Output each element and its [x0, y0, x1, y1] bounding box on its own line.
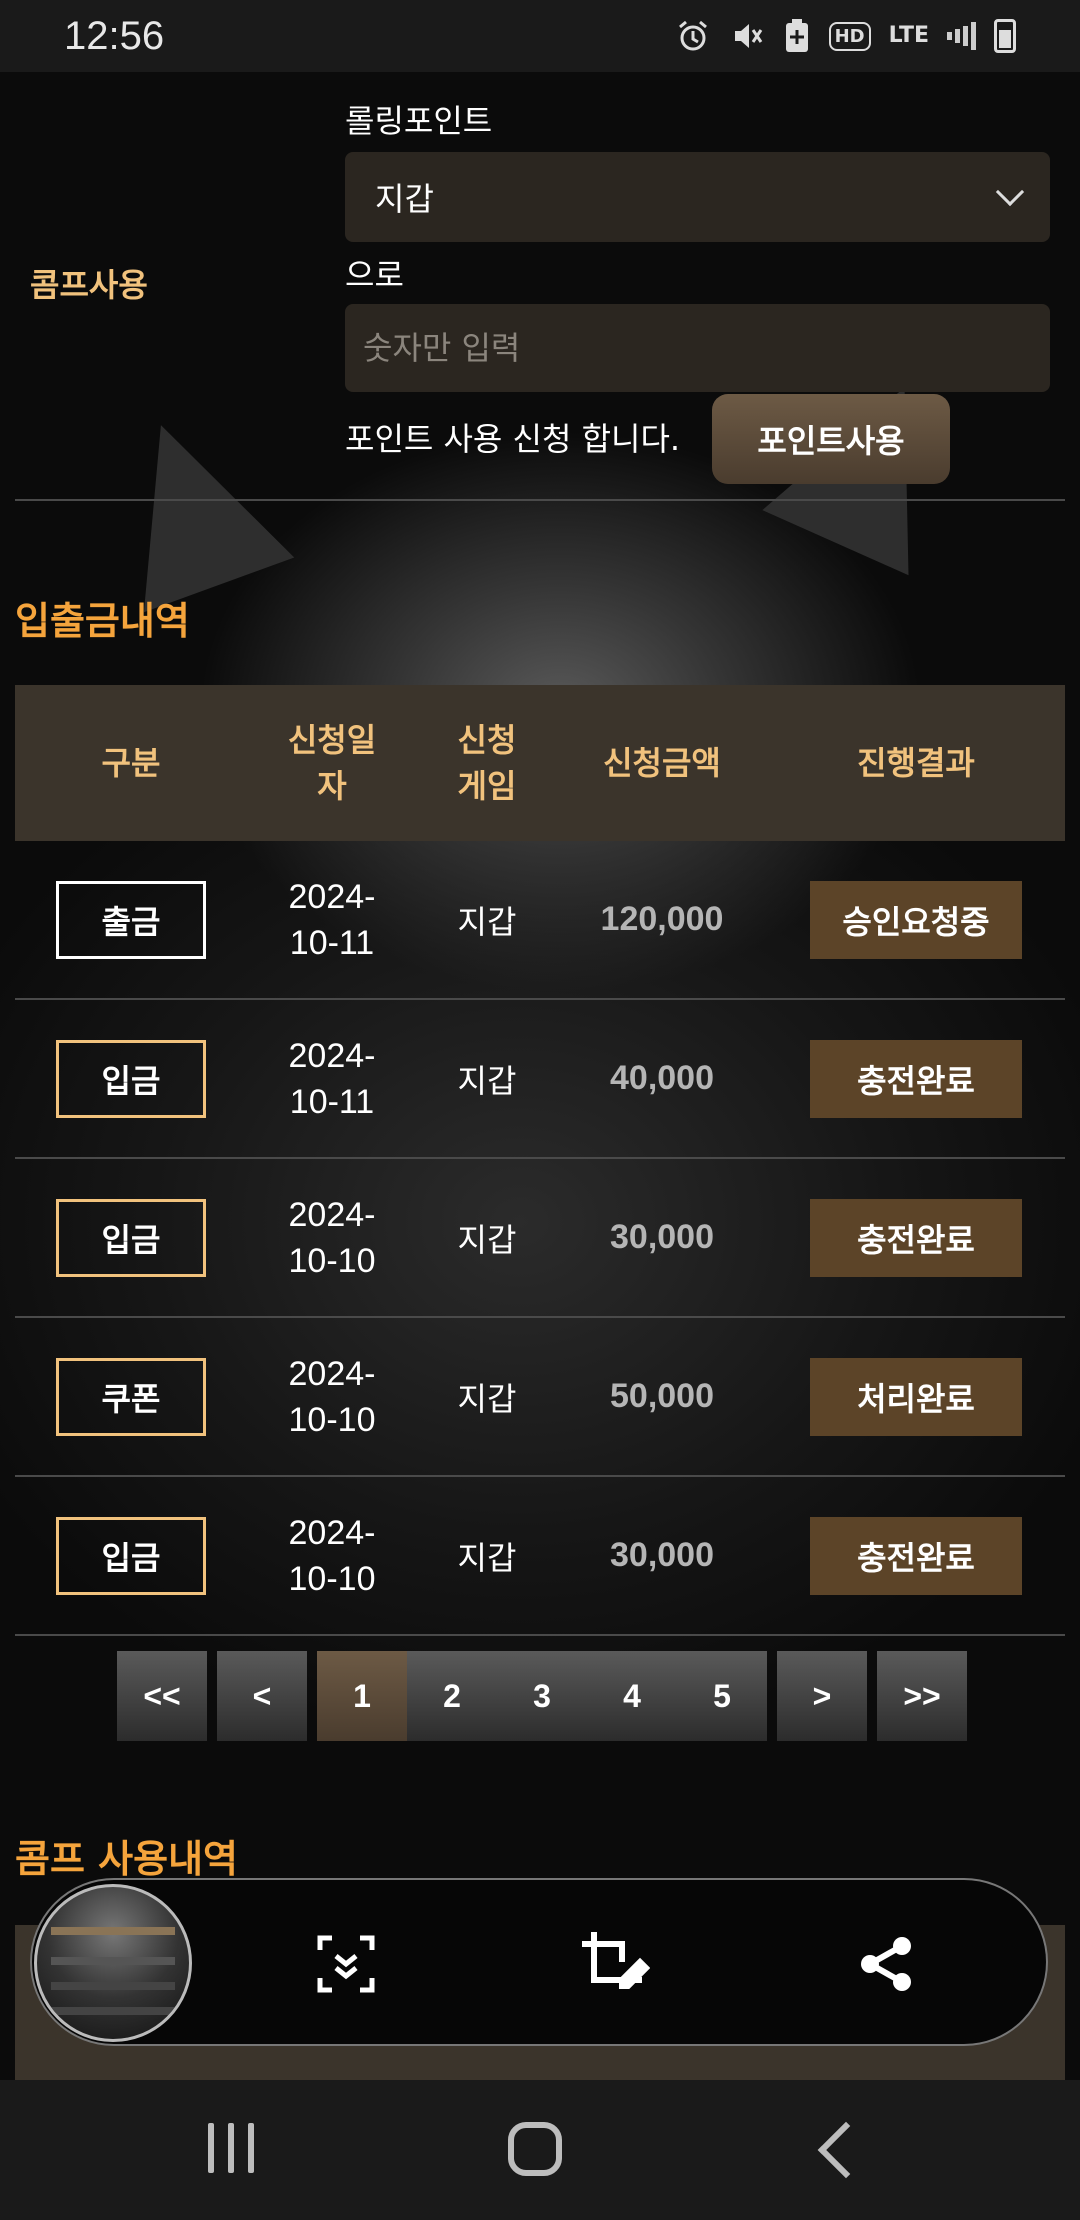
crop-edit-icon[interactable] [572, 1922, 656, 2006]
page-2-button[interactable]: 2 [407, 1651, 497, 1741]
type-badge: 쿠폰 [56, 1357, 206, 1436]
page-first-button[interactable]: << [117, 1651, 207, 1741]
apply-text: 포인트 사용 신청 합니다. [345, 420, 681, 458]
table-row: 입금 2024- 10-10 지갑 30,000 충전완료 [15, 1159, 1065, 1318]
header-result: 진행결과 [857, 744, 975, 782]
date-cell: 2024- 10-11 [288, 877, 376, 962]
comp-history-title: 콤프 사용내역 [15, 1837, 238, 1881]
mute-icon [729, 18, 765, 54]
header-amount: 신청금액 [603, 744, 721, 782]
result-badge: 충전완료 [810, 1198, 1022, 1277]
to-label: 으로 [345, 256, 404, 294]
back-icon[interactable] [817, 2121, 875, 2179]
table-row: 쿠폰 2024- 10-10 지갑 50,000 처리완료 [15, 1318, 1065, 1477]
page-last-button[interactable]: >> [877, 1651, 967, 1741]
header-date: 신청일 자 [287, 721, 377, 805]
result-badge: 처리완료 [810, 1357, 1022, 1436]
date-cell: 2024- 10-11 [288, 1036, 376, 1121]
amount-cell: 40,000 [610, 1059, 714, 1097]
deposit-history-title: 입출금내역 [15, 599, 190, 643]
header-type: 구분 [101, 744, 161, 782]
scroll-capture-icon[interactable] [304, 1922, 388, 2006]
status-bar: 12:56 HD LTE [0, 0, 1080, 72]
result-badge: 승인요청중 [810, 880, 1022, 959]
comp-use-label: 콤프사용 [30, 266, 148, 304]
screenshot-thumbnail[interactable] [34, 1884, 192, 2042]
page-next-button[interactable]: > [777, 1651, 867, 1741]
use-points-button[interactable]: 포인트사용 [712, 394, 950, 484]
amount-cell: 30,000 [610, 1536, 714, 1574]
page-numbers: 1 2 3 4 5 [317, 1651, 767, 1741]
lte-icon: LTE [888, 23, 929, 48]
recent-apps-icon[interactable] [208, 2123, 254, 2173]
game-cell: 지갑 [457, 1538, 517, 1577]
home-icon[interactable] [508, 2122, 562, 2176]
game-cell: 지갑 [457, 902, 517, 941]
table-row: 입금 2024- 10-10 지갑 30,000 충전완료 [15, 1477, 1065, 1636]
header-game: 신청 게임 [457, 721, 517, 805]
page-4-button[interactable]: 4 [587, 1651, 677, 1741]
wallet-select[interactable]: 지갑 [345, 152, 1050, 242]
page-5-button[interactable]: 5 [677, 1651, 767, 1741]
hd-icon: HD [828, 21, 871, 51]
alarm-icon [675, 18, 711, 54]
result-badge: 충전완료 [810, 1039, 1022, 1118]
result-badge: 충전완료 [810, 1516, 1022, 1595]
point-amount-input[interactable] [345, 304, 1050, 392]
amount-cell: 50,000 [610, 1377, 714, 1415]
share-icon[interactable] [844, 1922, 928, 2006]
game-cell: 지갑 [457, 1061, 517, 1100]
table-row: 출금 2024- 10-11 지갑 120,000 승인요청중 [15, 841, 1065, 1000]
amount-cell: 30,000 [610, 1218, 714, 1256]
battery-saver-icon [783, 18, 811, 54]
type-badge: 입금 [56, 1039, 206, 1118]
date-cell: 2024- 10-10 [288, 1513, 376, 1598]
navigation-bar [0, 2080, 1080, 2220]
comp-use-form: 콤프사용 롤링포인트 지갑 으로 포인트 사용 신청 합니다. 포인트사용 [0, 72, 1080, 500]
deposit-history-table: 구분 신청일 자 신청 게임 신청금액 진행결과 출금 2024- 10-11 지갑 … [15, 685, 1065, 1636]
page-1-button[interactable]: 1 [317, 1651, 407, 1741]
screenshot-toolbar [30, 1878, 1048, 2046]
battery-icon [994, 19, 1016, 53]
rolling-point-label: 롤링포인트 [345, 102, 493, 140]
page-3-button[interactable]: 3 [497, 1651, 587, 1741]
clock: 12:56 [64, 13, 165, 58]
date-cell: 2024- 10-10 [288, 1354, 376, 1439]
status-icons: HD LTE [675, 18, 1016, 54]
type-badge: 입금 [56, 1516, 206, 1595]
signal-icon [947, 21, 976, 51]
type-badge: 입금 [56, 1198, 206, 1277]
type-badge: 출금 [56, 880, 206, 959]
pagination: << < 1 2 3 4 5 > >> [117, 1651, 967, 1741]
date-cell: 2024- 10-10 [288, 1195, 376, 1280]
game-cell: 지갑 [457, 1220, 517, 1259]
table-header: 구분 신청일 자 신청 게임 신청금액 진행결과 [15, 685, 1065, 841]
divider [15, 499, 1065, 501]
chevron-down-icon [995, 177, 1025, 207]
table-row: 입금 2024- 10-11 지갑 40,000 충전완료 [15, 1000, 1065, 1159]
page-prev-button[interactable]: < [217, 1651, 307, 1741]
wallet-select-value: 지갑 [375, 180, 434, 218]
game-cell: 지갑 [457, 1379, 517, 1418]
amount-cell: 120,000 [600, 900, 724, 938]
